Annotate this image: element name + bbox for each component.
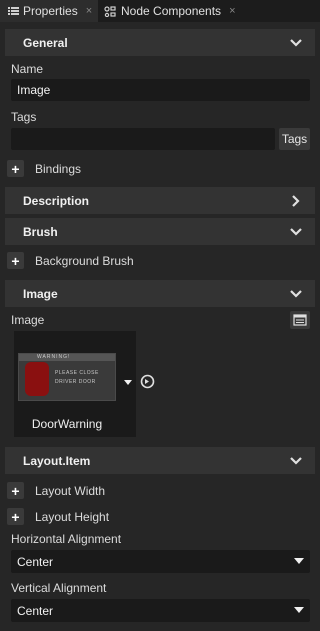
section-layout-item-title: Layout.Item bbox=[23, 453, 91, 468]
section-image-title: Image bbox=[23, 286, 58, 301]
thumbnail-header: WARNING! bbox=[19, 354, 115, 361]
tab-node-components-close-icon[interactable]: × bbox=[229, 5, 235, 17]
thumbnail-line1: PLEASE CLOSE bbox=[55, 370, 99, 376]
layout-width-row[interactable]: + Layout Width bbox=[7, 482, 105, 499]
vertical-alignment-select[interactable]: Center bbox=[11, 599, 310, 622]
section-layout-item[interactable]: Layout.Item bbox=[5, 447, 315, 474]
chevron-down-icon bbox=[294, 607, 304, 613]
horizontal-alignment-label: Horizontal Alignment bbox=[11, 532, 122, 546]
add-bindings-plus-icon[interactable]: + bbox=[7, 160, 24, 177]
add-layout-width-plus-icon[interactable]: + bbox=[7, 482, 24, 499]
components-icon bbox=[104, 6, 116, 17]
section-description-title: Description bbox=[23, 193, 90, 208]
background-brush-row[interactable]: + Background Brush bbox=[7, 252, 134, 269]
tags-field[interactable] bbox=[11, 128, 275, 150]
section-brush[interactable]: Brush bbox=[5, 218, 315, 245]
section-general[interactable]: General bbox=[5, 29, 315, 56]
horizontal-alignment-select[interactable]: Center bbox=[11, 550, 310, 573]
section-general-title: General bbox=[23, 35, 68, 50]
chevron-down-icon bbox=[294, 558, 304, 564]
chevron-down-icon bbox=[290, 457, 302, 465]
section-description[interactable]: Description bbox=[5, 187, 315, 214]
car-door-graphic bbox=[25, 362, 49, 396]
tab-node-components-label: Node Components bbox=[121, 4, 222, 18]
add-background-brush-plus-icon[interactable]: + bbox=[7, 252, 24, 269]
list-icon bbox=[8, 7, 19, 15]
name-field-value: Image bbox=[17, 83, 51, 97]
image-resource-name: DoorWarning bbox=[31, 417, 103, 431]
navigate-to-resource-icon[interactable] bbox=[140, 374, 155, 389]
image-label: Image bbox=[11, 313, 45, 327]
image-thumbnail: WARNING! PLEASE CLOSE DRIVER DOOR bbox=[18, 353, 116, 401]
chevron-down-icon bbox=[290, 290, 302, 298]
tab-properties[interactable]: Properties × bbox=[0, 0, 98, 22]
tags-label: Tags bbox=[11, 110, 37, 124]
vertical-alignment-label: Vertical Alignment bbox=[11, 581, 107, 595]
chevron-down-icon bbox=[290, 228, 302, 236]
name-label: Name bbox=[11, 62, 44, 76]
add-layout-height-plus-icon[interactable]: + bbox=[7, 508, 24, 525]
image-dropdown-arrow-icon[interactable] bbox=[124, 380, 132, 385]
tab-node-components[interactable]: Node Components × bbox=[104, 0, 254, 22]
horizontal-alignment-value: Center bbox=[17, 554, 54, 569]
tags-button[interactable]: Tags bbox=[279, 128, 310, 150]
name-field[interactable]: Image bbox=[11, 79, 310, 101]
bindings-row[interactable]: + Bindings bbox=[7, 160, 81, 177]
image-browse-icon bbox=[293, 314, 307, 326]
tab-properties-close-icon[interactable]: × bbox=[86, 5, 92, 17]
layout-height-label: Layout Height bbox=[35, 509, 110, 524]
vertical-alignment-value: Center bbox=[17, 603, 54, 618]
section-image[interactable]: Image bbox=[5, 280, 315, 307]
layout-height-row[interactable]: + Layout Height bbox=[7, 508, 109, 525]
image-browse-button[interactable] bbox=[290, 311, 310, 329]
tab-bar: Properties × Node Components × bbox=[0, 0, 320, 22]
bindings-label: Bindings bbox=[35, 161, 82, 176]
chevron-down-icon bbox=[290, 39, 302, 47]
tab-properties-label: Properties bbox=[23, 4, 78, 18]
background-brush-label: Background Brush bbox=[35, 253, 134, 268]
layout-width-label: Layout Width bbox=[35, 483, 106, 498]
thumbnail-line2: DRIVER DOOR bbox=[55, 379, 96, 385]
image-preview[interactable]: WARNING! PLEASE CLOSE DRIVER DOOR DoorWa… bbox=[14, 331, 136, 437]
chevron-right-icon bbox=[292, 195, 300, 207]
section-brush-title: Brush bbox=[23, 224, 58, 239]
properties-panel: General Name Image Tags Tags + Bindings … bbox=[0, 22, 320, 631]
